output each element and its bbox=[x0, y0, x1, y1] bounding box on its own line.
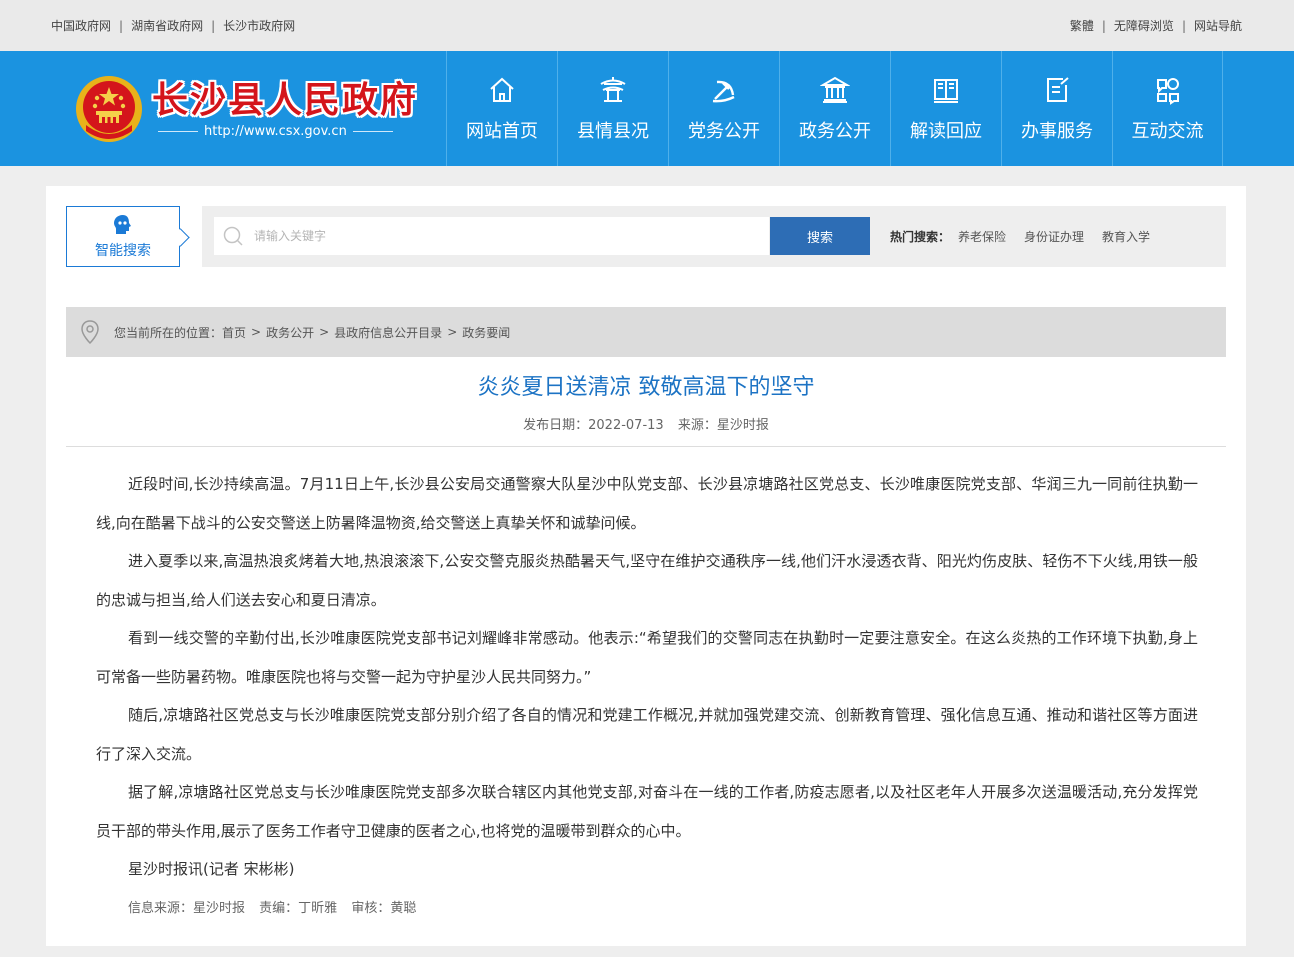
breadcrumb-info-catalog[interactable]: 县政府信息公开目录 bbox=[334, 324, 442, 341]
decor-line bbox=[158, 131, 198, 132]
interaction-icon bbox=[1156, 77, 1179, 105]
nav-item-home[interactable]: 网站首页 bbox=[446, 51, 557, 166]
article-meta: 发布日期：2022-07-13 来源：星沙时报 bbox=[46, 414, 1246, 433]
article-paragraph: 看到一线交警的辛勤付出,长沙唯康医院党支部书记刘耀峰非常感动。他表示:“希望我们… bbox=[96, 629, 1198, 686]
breadcrumb: 您当前所在的位置： 首页 > 政务公开 > 县政府信息公开目录 > 政务要闻 bbox=[66, 307, 1226, 357]
article-paragraph: 进入夏季以来,高温热浪炙烤着大地,热浪滚滚下,公安交警克服炎热酷暑天气,坚守在维… bbox=[96, 552, 1198, 609]
gov-links: 中国政府网 | 湖南省政府网 | 长沙市政府网 bbox=[51, 17, 295, 34]
party-emblem-icon bbox=[712, 80, 735, 102]
site-title: 长沙县人民政府 bbox=[152, 79, 419, 121]
article-title: 炎炎夏日送清凉 致敬高温下的坚守 bbox=[477, 375, 815, 400]
article-body: 近段时间,长沙持续高温。7月11日上午,长沙县公安局交通警察大队星沙中队党支部、… bbox=[96, 465, 1198, 889]
breadcrumb-gov-affairs[interactable]: 政务公开 bbox=[266, 324, 314, 341]
government-building-icon bbox=[820, 76, 850, 103]
location-pin-icon bbox=[81, 320, 99, 345]
nav-label: 县情县况 bbox=[577, 120, 649, 142]
article-paragraph: 据了解,凉塘路社区党总支与长沙唯康医院党支部多次联合辖区内其他党支部,对奋斗在一… bbox=[96, 783, 1198, 840]
logo-text: 长沙县人民政府 http://www.csx.gov.cn bbox=[152, 78, 418, 139]
breadcrumb-prefix: 您当前所在的位置： bbox=[114, 325, 223, 340]
separator: | bbox=[1181, 18, 1186, 33]
link-central-gov[interactable]: 中国政府网 bbox=[51, 17, 111, 34]
hot-search-item[interactable]: 教育入学 bbox=[1102, 228, 1150, 245]
hot-search-item[interactable]: 身份证办理 bbox=[1024, 228, 1084, 245]
search-icon bbox=[223, 226, 243, 246]
nav-item-interpretation[interactable]: 解读回应 bbox=[890, 51, 1001, 166]
site-url: http://www.csx.gov.cn bbox=[204, 124, 347, 139]
site-url-row: http://www.csx.gov.cn bbox=[152, 124, 418, 139]
content-panel: 智能搜索 搜索 热门搜索： 养老保险 身份证办理 教育入学 您当前所在的位置： … bbox=[46, 186, 1246, 946]
hot-searches: 热门搜索： 养老保险 身份证办理 教育入学 bbox=[890, 206, 1168, 267]
article-paragraph: 近段时间,长沙持续高温。7月11日上午,长沙县公安局交通警察大队星沙中队党支部、… bbox=[96, 475, 1198, 532]
link-changsha-gov[interactable]: 长沙市政府网 bbox=[223, 17, 295, 34]
breadcrumb-home[interactable]: 首页 bbox=[222, 324, 246, 341]
nav-item-gov-affairs[interactable]: 政务公开 bbox=[779, 51, 890, 166]
pavilion-icon bbox=[600, 76, 626, 102]
hot-search-item[interactable]: 养老保险 bbox=[958, 228, 1006, 245]
accessibility-link[interactable]: 无障碍浏览 bbox=[1114, 17, 1174, 34]
site-map-link[interactable]: 网站导航 bbox=[1194, 17, 1242, 34]
separator: | bbox=[119, 18, 124, 33]
nav-label: 解读回应 bbox=[910, 120, 982, 142]
site-header: 长沙县人民政府 http://www.csx.gov.cn 网站首页 县情县况 bbox=[0, 51, 1294, 166]
nav-label: 政务公开 bbox=[799, 120, 871, 142]
article-paragraph: 随后,凉塘路社区党总支与长沙唯康医院党支部分别介绍了各自的情况和党建工作概况,并… bbox=[96, 706, 1198, 763]
nav-item-county-overview[interactable]: 县情县况 bbox=[557, 51, 668, 166]
article-footer-info: 信息来源：星沙时报 责编：丁昕雅 审核：黄聪 bbox=[128, 897, 426, 916]
breadcrumb-separator: > bbox=[251, 325, 262, 339]
search-input[interactable] bbox=[254, 218, 754, 254]
separator: | bbox=[211, 18, 216, 33]
info-source: 信息来源：星沙时报 bbox=[128, 901, 246, 916]
smart-search-button[interactable]: 智能搜索 bbox=[66, 206, 180, 267]
link-hunan-gov[interactable]: 湖南省政府网 bbox=[131, 17, 203, 34]
article-source: 来源：星沙时报 bbox=[677, 418, 769, 433]
open-book-icon bbox=[934, 78, 958, 103]
robot-head-icon bbox=[114, 214, 131, 234]
search-bar: 智能搜索 搜索 热门搜索： 养老保险 身份证办理 教育入学 bbox=[66, 206, 1226, 267]
breadcrumb-separator: > bbox=[447, 325, 458, 339]
nav-label: 网站首页 bbox=[466, 120, 538, 142]
smart-search-label: 智能搜索 bbox=[95, 242, 151, 259]
nav-item-services[interactable]: 办事服务 bbox=[1001, 51, 1112, 166]
nav-label: 互动交流 bbox=[1131, 120, 1204, 142]
editor: 责编：丁昕雅 bbox=[259, 901, 338, 916]
utility-links: 繁體 | 无障碍浏览 | 网站导航 bbox=[1070, 17, 1242, 34]
site-logo[interactable]: 长沙县人民政府 http://www.csx.gov.cn bbox=[0, 51, 446, 166]
breadcrumb-news[interactable]: 政务要闻 bbox=[462, 324, 510, 341]
divider bbox=[66, 446, 1226, 447]
nav-item-party-affairs[interactable]: 党务公开 bbox=[668, 51, 779, 166]
document-edit-icon bbox=[1047, 76, 1069, 102]
search-field bbox=[214, 217, 769, 255]
decor-line bbox=[352, 131, 393, 132]
separator: | bbox=[1101, 18, 1106, 33]
nav-label: 党务公开 bbox=[688, 120, 760, 142]
traditional-chinese-link[interactable]: 繁體 bbox=[1070, 17, 1094, 34]
home-icon bbox=[490, 77, 514, 102]
main-nav: 网站首页 县情县况 党务公开 政务公开 解读回应 办事服务 互动交流 bbox=[446, 51, 1223, 166]
publish-date: 发布日期：2022-07-13 bbox=[523, 418, 664, 433]
article-byline: 星沙时报讯(记者 宋彬彬) bbox=[128, 860, 295, 878]
top-bar: 中国政府网 | 湖南省政府网 | 长沙市政府网 繁體 | 无障碍浏览 | 网站导… bbox=[0, 0, 1294, 51]
nav-label: 办事服务 bbox=[1021, 120, 1093, 142]
breadcrumb-separator: > bbox=[319, 325, 330, 339]
national-emblem-icon bbox=[76, 75, 142, 142]
hot-search-title: 热门搜索： bbox=[890, 230, 951, 244]
nav-item-interaction[interactable]: 互动交流 bbox=[1112, 51, 1223, 166]
reviewer: 审核：黄聪 bbox=[351, 901, 417, 916]
search-button[interactable]: 搜索 bbox=[770, 217, 870, 255]
